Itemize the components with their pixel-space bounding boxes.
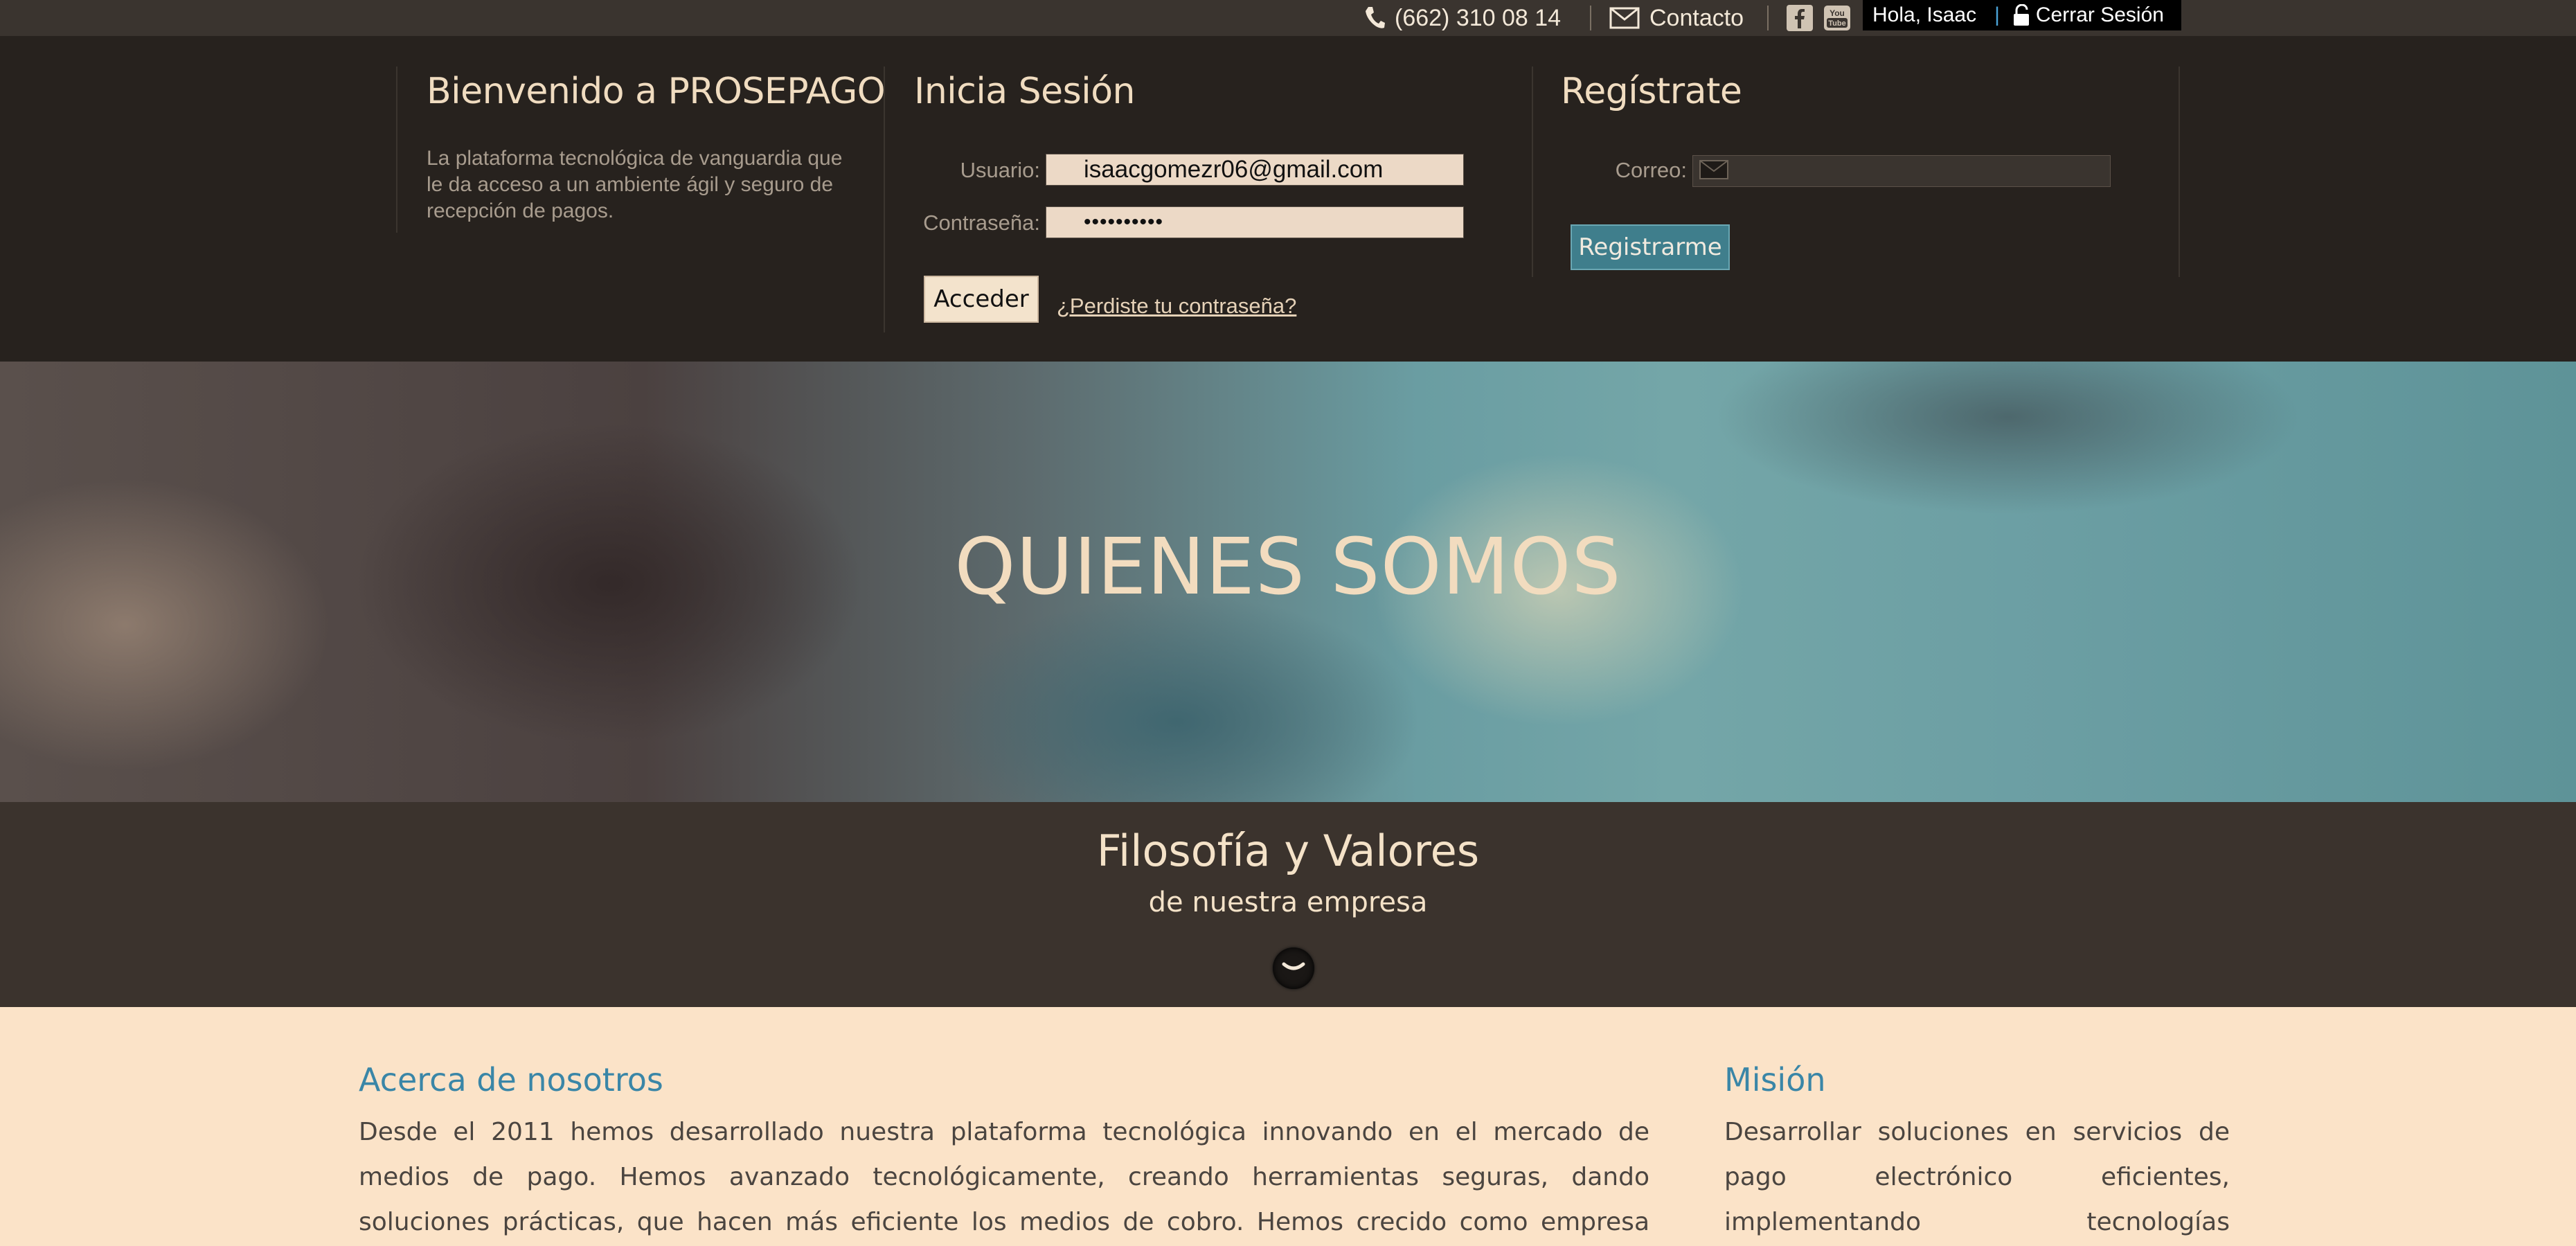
philosophy-band: Filosofía y Valores de nuestra empresa xyxy=(0,802,2576,1007)
login-button[interactable]: Acceder xyxy=(924,276,1039,323)
facebook-link[interactable] xyxy=(1787,0,1813,36)
phone-number: (662) 310 08 14 xyxy=(1395,4,1562,31)
content-section: Acerca de nosotros Desde el 2011 hemos d… xyxy=(0,1007,2576,1246)
about-title: Acerca de nosotros xyxy=(359,1061,663,1098)
email-label: Correo: xyxy=(1615,158,1687,182)
philosophy-title: Filosofía y Valores xyxy=(1096,826,1480,876)
youtube-link[interactable]: You Tube xyxy=(1823,0,1852,36)
svg-text:Tube: Tube xyxy=(1828,19,1845,28)
register-title: Regístrate xyxy=(1561,71,1742,112)
welcome-title: Bienvenido a PROSEPAGO xyxy=(427,71,886,112)
contact-label: Contacto xyxy=(1649,4,1744,31)
mail-icon xyxy=(1609,7,1640,29)
register-button[interactable]: Registrarme xyxy=(1571,224,1730,270)
divider xyxy=(1767,6,1769,30)
divider xyxy=(396,66,397,233)
unlock-icon xyxy=(2012,4,2030,26)
logout-label: Cerrar Sesión xyxy=(2035,3,2164,26)
user-label: Usuario: xyxy=(960,158,1040,182)
user-greeting[interactable]: Hola, Isaac xyxy=(1872,3,1976,27)
mission-text: Desarrollar soluciones en servicios de p… xyxy=(1724,1118,2230,1236)
mail-icon xyxy=(1699,159,1729,184)
mission-title: Misión xyxy=(1724,1061,1826,1098)
password-label: Contraseña: xyxy=(923,211,1040,235)
logout-link[interactable]: Cerrar Sesión xyxy=(2012,3,2164,27)
phone-item[interactable]: (662) 310 08 14 xyxy=(1364,0,1561,36)
divider: | xyxy=(1994,3,2000,26)
divider xyxy=(1590,6,1591,30)
header-panel: Bienvenido a PROSEPAGO La plataforma tec… xyxy=(0,36,2576,362)
facebook-icon xyxy=(1787,5,1813,31)
chevron-down-icon xyxy=(1282,961,1305,976)
user-session-box: Hola, Isaac | Cerrar Sesión xyxy=(1863,0,2181,30)
hero-banner: QUIENES SOMOS xyxy=(0,362,2576,802)
hero-title: QUIENES SOMOS xyxy=(954,522,1622,612)
welcome-description: La plataforma tecnológica de vanguardia … xyxy=(427,147,843,222)
phone-icon xyxy=(1364,6,1385,30)
divider xyxy=(2179,66,2180,277)
user-input[interactable]: isaacgomezr06@gmail.com xyxy=(1046,154,1464,186)
divider xyxy=(1532,66,1533,277)
forgot-password-link[interactable]: ¿Perdiste tu contraseña? xyxy=(1057,294,1296,319)
scroll-down-button[interactable] xyxy=(1273,947,1314,989)
contact-link[interactable]: Contacto xyxy=(1609,0,1744,36)
top-utility-bar: (662) 310 08 14 Contacto You Tube Hola, I… xyxy=(0,0,2576,36)
login-title: Inicia Sesión xyxy=(914,71,1135,112)
youtube-icon: You Tube xyxy=(1823,4,1852,32)
about-text: Desde el 2011 hemos desarrollado nuestra… xyxy=(359,1118,1649,1236)
email-input[interactable] xyxy=(1692,155,2111,187)
password-input[interactable]: •••••••••• xyxy=(1046,206,1464,238)
svg-text:You: You xyxy=(1830,8,1845,18)
philosophy-subtitle: de nuestra empresa xyxy=(1148,887,1428,918)
